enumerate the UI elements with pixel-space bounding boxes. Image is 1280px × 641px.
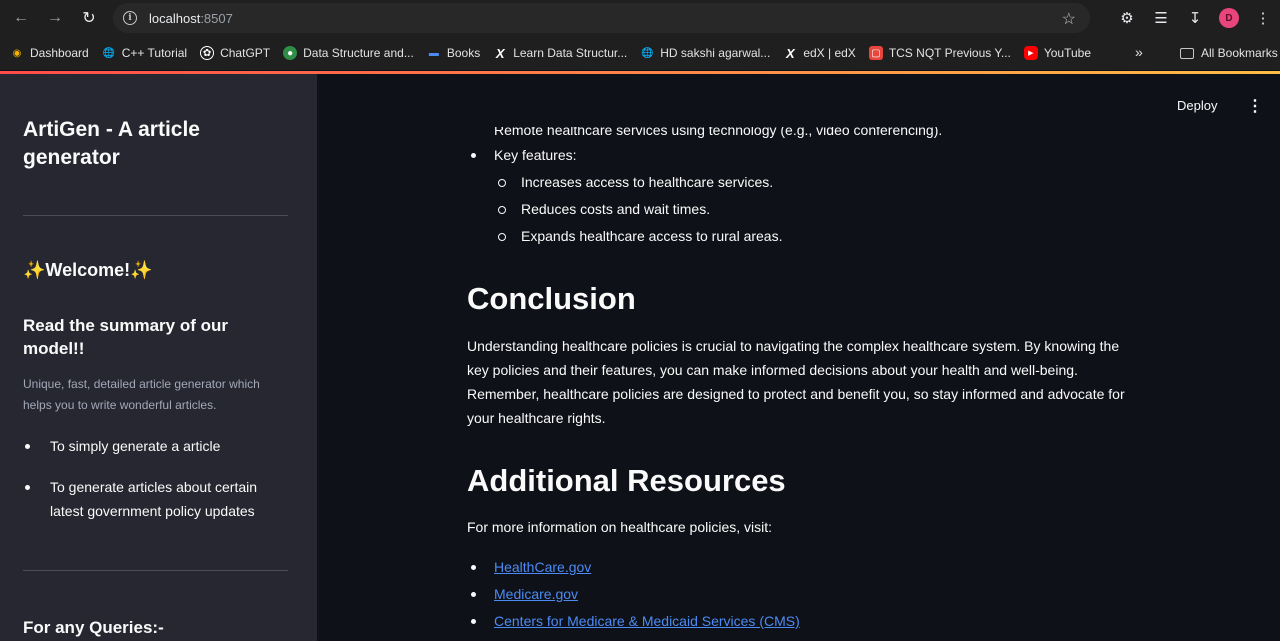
bookmark-item[interactable]: 🌐 HD sakshi agarwal... bbox=[640, 46, 770, 60]
youtube-icon: ▶ bbox=[1023, 46, 1038, 60]
bookmark-item[interactable]: X Learn Data Structur... bbox=[493, 45, 627, 61]
bookmark-item[interactable]: ▶ YouTube bbox=[1023, 46, 1091, 60]
conclusion-line: key policies and their features, you can… bbox=[467, 362, 1078, 378]
bookmark-item[interactable]: 🌐 C++ Tutorial bbox=[102, 46, 187, 60]
healthcare-gov-link[interactable]: HealthCare.gov bbox=[494, 559, 591, 575]
main-content: Deploy ⋮ Remote healthcare services usin… bbox=[317, 74, 1280, 641]
media-control-icon[interactable]: ☰ bbox=[1144, 1, 1178, 35]
list-item: To generate articles about certain lates… bbox=[23, 475, 293, 523]
feature-list: To simply generate a article To generate… bbox=[23, 434, 293, 540]
bookmark-item[interactable]: ● Data Structure and... bbox=[283, 46, 414, 60]
list-item: Increases access to healthcare services. bbox=[497, 170, 773, 194]
tcs-icon: ▢ bbox=[868, 46, 883, 60]
bookmark-star-icon[interactable]: ☆ bbox=[1062, 9, 1076, 29]
list-item: HealthCare.gov bbox=[470, 555, 591, 579]
app-menu-icon[interactable]: ⋮ bbox=[1247, 96, 1263, 116]
profile-avatar[interactable]: D bbox=[1212, 1, 1246, 35]
sidebar: ArtiGen - A article generator ✨Welcome!✨… bbox=[0, 74, 317, 641]
reload-icon[interactable]: ↻ bbox=[72, 1, 106, 35]
site-info-icon[interactable]: i bbox=[123, 11, 137, 25]
globe-icon: 🌐 bbox=[102, 47, 115, 59]
bookmark-item[interactable]: ✿ ChatGPT bbox=[200, 46, 270, 60]
conclusion-line: Understanding healthcare policies is cru… bbox=[467, 338, 1120, 354]
x-icon: X bbox=[785, 45, 795, 61]
bookmark-item[interactable]: ◉ Dashboard bbox=[10, 46, 89, 60]
extensions-icon[interactable]: ⚙ bbox=[1110, 1, 1144, 35]
dashboard-icon: ◉ bbox=[12, 47, 22, 59]
browser-toolbar: ← → ↻ i localhost:8507 ☆ ⚙ ☰ ↧ D ⋮ bbox=[0, 0, 1280, 36]
bookmarks-bar: ◉ Dashboard 🌐 C++ Tutorial ✿ ChatGPT ● Data … bbox=[0, 36, 1280, 70]
leaf-icon: ● bbox=[283, 46, 298, 60]
address-url[interactable]: localhost:8507 bbox=[149, 11, 233, 26]
bookmark-item[interactable]: ▬ Books bbox=[427, 46, 480, 60]
resources-intro: For more information on healthcare polic… bbox=[467, 519, 773, 535]
sidebar-title: ArtiGen - A article generator bbox=[23, 118, 200, 169]
bookmark-item[interactable]: ▢ TCS NQT Previous Y... bbox=[868, 46, 1011, 60]
conclusion-line: Remember, healthcare policies are design… bbox=[467, 386, 1125, 402]
download-icon[interactable]: ↧ bbox=[1178, 1, 1212, 35]
welcome-heading: ✨Welcome!✨ bbox=[23, 260, 153, 280]
list-item: To simply generate a article bbox=[23, 434, 293, 458]
list-item: Medicare.gov bbox=[470, 582, 578, 606]
globe-icon: 🌐 bbox=[641, 47, 654, 59]
summary-heading: Read the summary of our model!! bbox=[23, 316, 228, 358]
forward-icon[interactable]: → bbox=[38, 1, 72, 35]
queries-heading: For any Queries:- bbox=[23, 618, 164, 637]
chatgpt-icon: ✿ bbox=[200, 46, 215, 60]
back-icon[interactable]: ← bbox=[4, 1, 38, 35]
list-item: Centers for Medicare & Medicaid Services… bbox=[471, 609, 800, 633]
address-bar[interactable]: i localhost:8507 ☆ bbox=[113, 3, 1090, 33]
more-bookmarks-icon[interactable]: » bbox=[1135, 44, 1143, 60]
list-item: Expands healthcare access to rural areas… bbox=[497, 224, 782, 248]
summary-description: Unique, fast, detailed article generator… bbox=[23, 377, 260, 412]
conclusion-heading: Conclusion bbox=[467, 281, 636, 316]
all-bookmarks-button[interactable]: All Bookmarks bbox=[1180, 46, 1278, 60]
medicare-gov-link[interactable]: Medicare.gov bbox=[494, 586, 578, 602]
divider bbox=[23, 215, 288, 216]
bookmark-item[interactable]: XedX | edX bbox=[783, 45, 856, 61]
list-item: Key features: bbox=[471, 143, 577, 167]
partial-list-item: Remote healthcare services using technol… bbox=[494, 122, 943, 138]
avatar[interactable]: D bbox=[1219, 8, 1239, 28]
conclusion-line: your healthcare rights. bbox=[467, 410, 606, 426]
list-item: Reduces costs and wait times. bbox=[497, 197, 710, 221]
books-icon: ▬ bbox=[428, 47, 439, 59]
folder-icon bbox=[1180, 47, 1194, 59]
browser-menu-icon[interactable]: ⋮ bbox=[1246, 1, 1280, 35]
deploy-button[interactable]: Deploy bbox=[1177, 98, 1217, 113]
divider bbox=[23, 570, 288, 571]
resources-heading: Additional Resources bbox=[467, 463, 786, 498]
x-icon: X bbox=[495, 45, 505, 61]
cms-link[interactable]: Centers for Medicare & Medicaid Services… bbox=[494, 613, 800, 629]
